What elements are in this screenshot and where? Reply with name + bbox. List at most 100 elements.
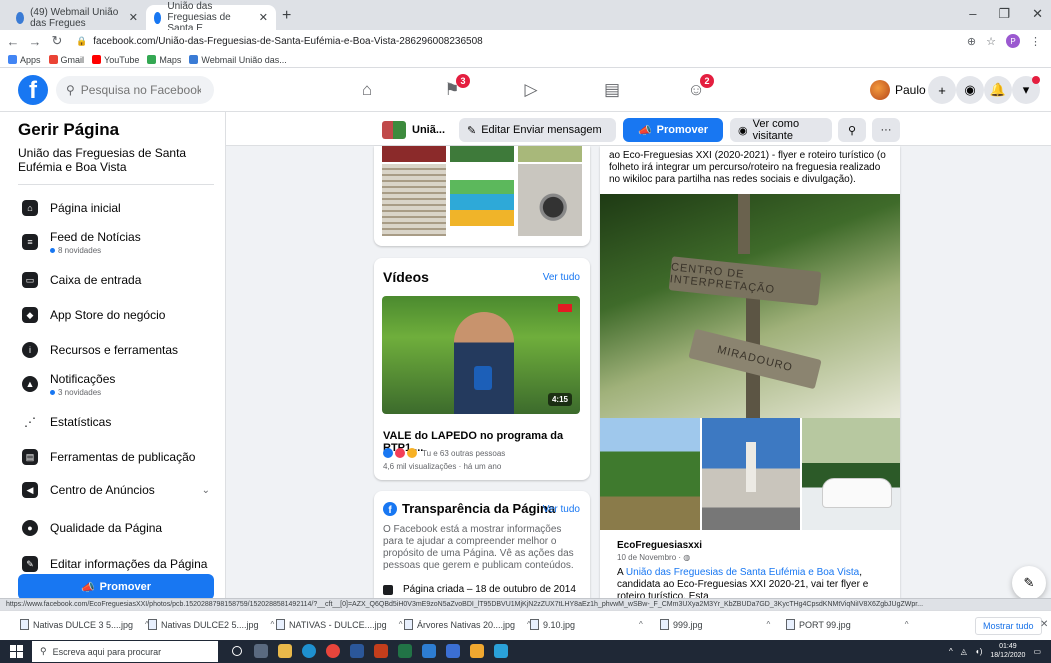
menu-dots-icon[interactable]: ⋮ — [1030, 35, 1041, 48]
bookmark-webmail[interactable]: Webmail União das... — [189, 55, 287, 65]
mail-icon[interactable] — [422, 644, 436, 658]
download-item[interactable]: 9.10.jpg ^ — [530, 619, 643, 630]
transparency-see-all-link[interactable]: Ver tudo — [543, 504, 580, 515]
post-main-photo[interactable]: CENTRO DE INTERPRETAÇÃO MIRADOURO — [600, 194, 900, 418]
sidebar-item-home[interactable]: ⌂ Página inicial — [8, 192, 218, 224]
sidebar-promote-button[interactable]: 📣 Promover — [18, 574, 214, 600]
page-mention-link[interactable]: União das Freguesias de Santa Eufémia e … — [626, 567, 859, 578]
page-search-button[interactable]: ⚲ — [838, 118, 866, 142]
watch-icon[interactable]: ▷ — [519, 78, 543, 102]
sidebar-item-notifications[interactable]: ▲ Notificações 3 novidades — [8, 368, 218, 400]
photo-thumbnail[interactable] — [518, 164, 582, 236]
star-icon[interactable]: ☆ — [986, 35, 996, 48]
sidebar-item-ad-center[interactable]: ◀ Centro de Anúncios ⌄ — [8, 474, 218, 506]
bookmark-maps[interactable]: Maps — [147, 55, 181, 65]
home-icon[interactable]: ⌂ — [355, 78, 379, 102]
download-item[interactable]: 999.jpg ^ — [660, 619, 770, 630]
powerpoint-icon[interactable] — [374, 644, 388, 658]
marketplace-icon[interactable]: ▤ — [600, 78, 624, 102]
clock[interactable]: 01:49 18/12/2020 — [990, 642, 1025, 660]
chevron-up-icon[interactable]: ^ — [639, 620, 643, 629]
back-icon[interactable]: ← — [4, 34, 22, 49]
close-tab-icon[interactable]: ✕ — [259, 11, 268, 24]
notifications-bell-icon[interactable]: 🔔 — [984, 76, 1012, 104]
edge-icon[interactable] — [302, 644, 316, 658]
action-center-icon[interactable]: ▭ — [1033, 647, 1041, 656]
forward-icon[interactable]: → — [26, 34, 44, 49]
photo-thumbnail[interactable] — [450, 146, 514, 162]
sidebar-item-news-feed[interactable]: ≡ Feed de Notícias 8 novidades — [8, 226, 218, 258]
windows-start-icon[interactable] — [10, 645, 23, 658]
zoom-icon[interactable]: ⊕ — [967, 35, 976, 48]
profile-chip[interactable]: Paulo — [870, 77, 926, 103]
sidebar-item-inbox[interactable]: ▭ Caixa de entrada — [8, 264, 218, 296]
video-reactions[interactable]: Tu e 63 outras pessoas — [383, 448, 505, 458]
sidebar-item-resources-tools[interactable]: i Recursos e ferramentas — [8, 334, 218, 366]
promote-button[interactable]: 📣 Promover — [623, 118, 723, 142]
photos-app-icon[interactable] — [446, 644, 460, 658]
post-photo-church[interactable] — [702, 418, 800, 530]
file-explorer-icon[interactable] — [278, 644, 292, 658]
pinned-app-icon[interactable] — [470, 644, 484, 658]
post-author[interactable]: EcoFreguesiasxxi — [617, 540, 702, 551]
sidebar-item-publishing-tools[interactable]: ▤ Ferramentas de publicação — [8, 441, 218, 473]
new-tab-icon[interactable]: + — [282, 7, 291, 25]
page-name-chip[interactable]: Uniã... — [382, 118, 445, 142]
photo-thumbnail[interactable] — [518, 146, 582, 162]
account-chevron-icon[interactable]: ▾ — [1012, 76, 1040, 104]
create-plus-icon[interactable]: + — [928, 76, 956, 104]
download-item[interactable]: Árvores Nativas 20....jpg ^ — [404, 619, 531, 630]
reload-icon[interactable]: ↻ — [48, 33, 66, 49]
videos-see-all-link[interactable]: Ver tudo — [543, 272, 580, 283]
network-icon[interactable]: ◬ — [961, 647, 967, 656]
close-downloads-icon[interactable]: ✕ — [1040, 619, 1048, 630]
sidebar-item-insights[interactable]: ⋰ Estatísticas — [8, 406, 218, 438]
taskbar-search[interactable]: ⚲ Escreva aqui para procurar — [32, 641, 218, 662]
chevron-up-icon[interactable]: ^ — [905, 620, 909, 629]
volume-icon[interactable]: ◖) — [975, 647, 983, 656]
pinned-app-icon[interactable] — [494, 644, 508, 658]
cortana-icon[interactable] — [232, 646, 242, 656]
search-input[interactable] — [80, 83, 201, 97]
chrome-icon[interactable] — [326, 644, 340, 658]
browser-tab-facebook[interactable]: União das Freguesias de Santa E ✕ — [146, 1, 276, 34]
sidebar-item-business-app-store[interactable]: ◆ App Store do negócio — [8, 299, 218, 331]
download-item[interactable]: Nativas DULCE2 5....jpg ^ — [148, 619, 274, 630]
minimize-icon[interactable]: – — [969, 6, 976, 22]
bookmark-gmail[interactable]: Gmail — [48, 55, 84, 65]
excel-icon[interactable] — [398, 644, 412, 658]
facebook-search[interactable]: ⚲ — [56, 76, 214, 104]
show-all-downloads-button[interactable]: Mostrar tudo — [975, 617, 1042, 635]
restore-icon[interactable]: ❐ — [998, 6, 1010, 22]
tray-arrow-icon[interactable]: ^ — [949, 647, 953, 656]
bookmark-apps[interactable]: Apps — [8, 55, 41, 65]
word-icon[interactable] — [350, 644, 364, 658]
bookmark-youtube[interactable]: YouTube — [92, 55, 139, 65]
sidebar-item-page-quality[interactable]: ● Qualidade da Página — [8, 512, 218, 544]
photo-thumbnail[interactable] — [382, 146, 446, 162]
messenger-icon[interactable]: ◉ — [956, 76, 984, 104]
photo-thumbnail[interactable] — [382, 164, 446, 236]
chevron-up-icon[interactable]: ^ — [271, 620, 275, 629]
chevron-up-icon[interactable]: ^ — [767, 620, 771, 629]
post-photo-park[interactable] — [600, 418, 700, 530]
photo-thumbnail[interactable] — [450, 164, 514, 236]
close-tab-icon[interactable]: ✕ — [129, 11, 138, 24]
edit-send-message-button[interactable]: ✎ Editar Enviar mensagem — [459, 118, 616, 142]
video-thumbnail[interactable]: 4:15 — [382, 296, 580, 414]
chevron-up-icon[interactable]: ^ — [399, 620, 403, 629]
download-item[interactable]: NATIVAS - DULCE....jpg ^ — [276, 619, 402, 630]
profile-icon[interactable]: P — [1006, 34, 1020, 48]
task-view-icon[interactable] — [254, 644, 268, 658]
more-options-button[interactable]: ··· — [872, 118, 900, 142]
view-as-visitor-button[interactable]: ◉ Ver como visitante — [730, 118, 832, 142]
new-message-fab[interactable]: ✎ — [1012, 566, 1046, 600]
groups-icon[interactable]: ☺ 2 — [684, 74, 714, 102]
facebook-logo-icon[interactable]: f — [18, 75, 48, 105]
pages-flag-icon[interactable]: ⚑ 3 — [440, 74, 470, 102]
post-date[interactable]: 10 de Novembro · ◍ — [617, 553, 690, 562]
post-photo-car[interactable] — [802, 418, 900, 530]
download-item[interactable]: Nativas DULCE 3 5....jpg ^ — [20, 619, 149, 630]
chevron-down-icon[interactable]: ⌄ — [202, 485, 210, 496]
close-window-icon[interactable]: ✕ — [1032, 6, 1043, 22]
